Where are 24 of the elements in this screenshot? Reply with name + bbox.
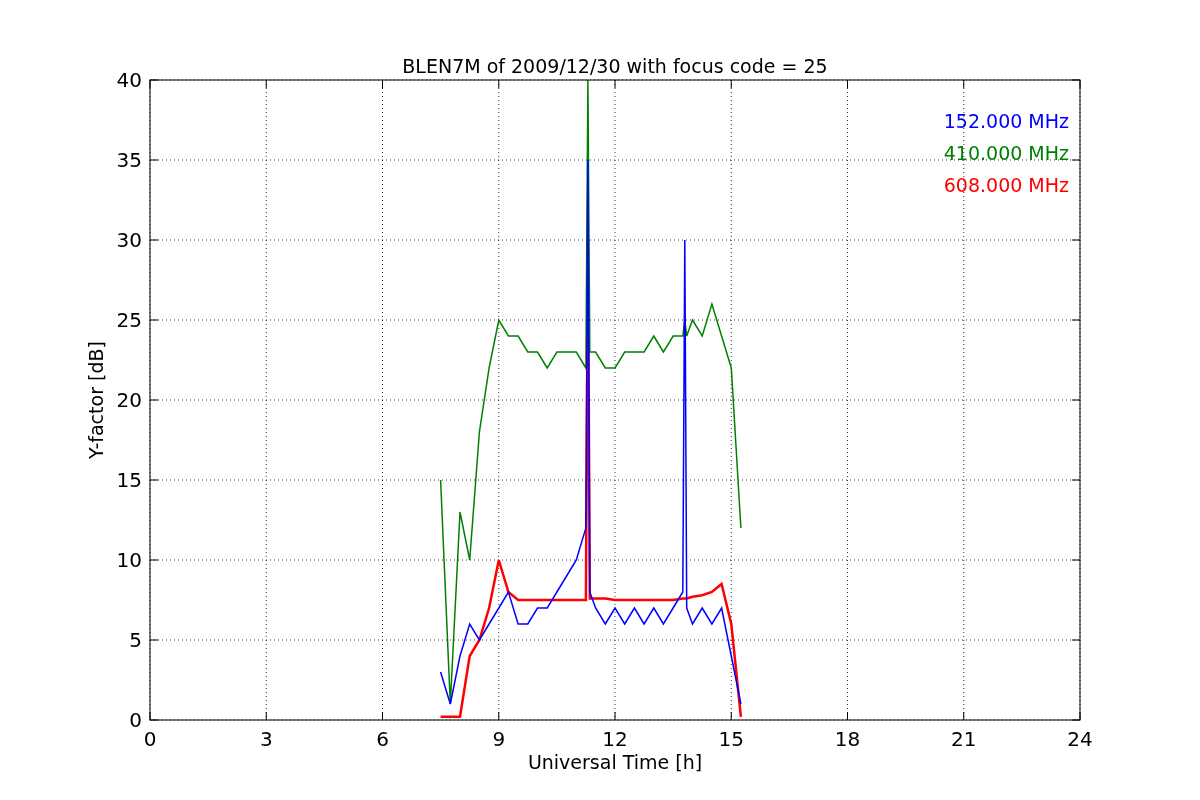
y-tick-label: 25 [116, 308, 142, 332]
y-tick-label: 35 [116, 148, 142, 172]
y-tick-label: 20 [116, 388, 142, 412]
legend-label: 608.000 MHz [943, 174, 1069, 196]
x-tick-label: 18 [834, 727, 861, 751]
legend-label: 152.000 MHz [943, 110, 1069, 132]
x-tick-label: 12 [602, 727, 628, 751]
y-tick-label: 30 [116, 228, 142, 252]
x-tick-label: 21 [951, 727, 977, 751]
x-axis-label: Universal Time [h] [527, 751, 703, 773]
x-tick-label: 3 [259, 727, 273, 751]
y-axis-label: Y-factor [dB] [85, 341, 107, 459]
y-tick-label: 0 [129, 708, 142, 732]
x-tick-label: 9 [492, 727, 506, 751]
x-tick-label: 24 [1067, 727, 1093, 751]
y-tick-label: 5 [129, 628, 142, 652]
y-tick-label: 40 [116, 68, 142, 92]
y-tick-label: 15 [116, 468, 142, 492]
x-tick-label: 0 [143, 727, 157, 751]
y-tick-label: 10 [116, 548, 142, 572]
x-tick-label: 15 [718, 727, 744, 751]
chart-title: BLEN7M of 2009/12/30 with focus code = 25 [402, 55, 828, 77]
x-tick-label: 6 [376, 727, 389, 751]
legend-label: 410.000 MHz [943, 142, 1069, 164]
